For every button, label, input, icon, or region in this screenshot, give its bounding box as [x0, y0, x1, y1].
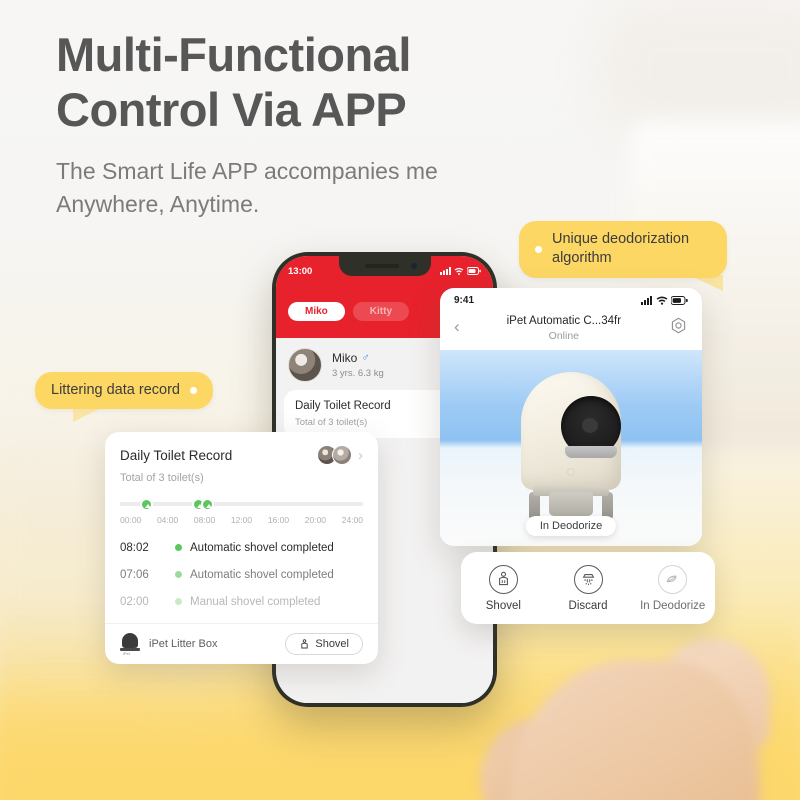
action-discard[interactable]: Discard: [546, 564, 631, 612]
device-stage: In Deodorize: [440, 350, 702, 546]
device-badge: iPet: [123, 651, 130, 656]
wifi-icon: [656, 296, 668, 305]
record-dot-icon: [166, 544, 190, 551]
timeline-tick: 04:00: [156, 515, 179, 525]
hero-heading-block: Multi-Functional Control Via APP The Sma…: [56, 28, 616, 220]
page-subtitle-line2: Anywhere, Anytime.: [56, 190, 260, 217]
record-list: 08:02 Automatic shovel completed 07:06 A…: [120, 534, 363, 615]
deodorize-icon: [658, 564, 688, 594]
device-detail-card: 9:41 ‹ iPet Automatic C...34fr Online In…: [440, 288, 702, 546]
timeline-track: [120, 502, 363, 506]
timeline-marker[interactable]: [140, 498, 154, 511]
record-card-footer: iPet iPet Litter Box Shovel: [105, 623, 378, 664]
page-title: Multi-Functional Control Via APP: [56, 28, 616, 138]
background-wall: [600, 0, 800, 140]
pet-meta: 3 yrs. 6.3 kg: [332, 368, 384, 379]
callout-tail: [689, 274, 723, 291]
power-indicator-icon: [567, 468, 575, 476]
footer-device-name: iPet Litter Box: [149, 638, 218, 650]
timeline-tick: 16:00: [267, 515, 290, 525]
timeline-tick: 24:00: [341, 515, 363, 525]
record-time: 08:02: [120, 541, 149, 554]
timeline-tick: 00:00: [120, 515, 142, 525]
litter-box-thumbnail-icon: iPet: [120, 633, 140, 656]
scoop-icon: [301, 638, 309, 648]
callout-littering-label: Littering data record: [51, 382, 180, 398]
action-deodorize-label: In Deodorize: [640, 599, 706, 612]
device-subtitle: Online: [548, 330, 580, 342]
record-card-header: Daily Toilet Record ›: [120, 445, 363, 465]
device-status-bar: 9:41: [440, 288, 702, 308]
pet-tab-kitty[interactable]: Kitty: [352, 302, 410, 321]
timeline-tick: 08:00: [193, 515, 216, 525]
record-row: 07:06 Automatic shovel completed: [120, 561, 363, 588]
page-title-line1: Multi-Functional: [56, 28, 411, 81]
toilet-timeline: [120, 498, 363, 511]
record-time: 02:00: [120, 595, 149, 608]
male-icon: ♂: [361, 352, 370, 364]
cat-avatar-2: [332, 445, 352, 465]
litter-box-illustration: [507, 372, 635, 520]
signal-icon: [641, 296, 652, 305]
gear-icon[interactable]: [668, 317, 688, 337]
pet-tab-miko[interactable]: Miko: [288, 302, 345, 321]
action-deodorize[interactable]: In Deodorize: [630, 564, 715, 612]
timeline-marker[interactable]: [201, 498, 215, 511]
record-time: 07:06: [120, 568, 149, 581]
device-action-bar: Shovel Discard In Deodorize: [461, 552, 715, 624]
hand-holding-phone: [470, 620, 800, 800]
record-text: Manual shovel completed: [190, 595, 321, 608]
pet-name-row: Miko ♂: [332, 351, 384, 365]
action-discard-label: Discard: [568, 599, 608, 612]
callout-deodorization-label: Unique deodorization algorithm: [552, 231, 690, 267]
chevron-right-icon[interactable]: ›: [358, 448, 363, 463]
device-status-icons: [641, 296, 688, 305]
shovel-button[interactable]: Shovel: [285, 633, 363, 655]
device-status-time: 9:41: [454, 295, 475, 306]
callout-dot-icon: [535, 245, 542, 253]
action-shovel[interactable]: Shovel: [461, 564, 546, 612]
page-subtitle-line1: The Smart Life APP accompanies me: [56, 157, 438, 184]
phone-status-icons: [440, 267, 481, 275]
timeline-tick-labels: 00:00 04:00 08:00 12:00 16:00 20:00 24:0…: [120, 515, 363, 525]
timeline-tick: 20:00: [304, 515, 327, 525]
pet-name: Miko: [332, 351, 358, 365]
callout-littering: Littering data record: [35, 372, 213, 423]
record-row: 08:02 Automatic shovel completed: [120, 534, 363, 561]
waste-drawer: [549, 492, 593, 516]
wifi-icon: [454, 267, 464, 275]
shovel-button-label: Shovel: [315, 638, 349, 650]
callout-deodorization: Unique deodorization algorithm: [519, 221, 727, 291]
record-text: Automatic shovel completed: [190, 541, 334, 554]
battery-icon: [467, 267, 481, 275]
callout-dot-icon: [189, 387, 197, 395]
phone-notch: [338, 256, 431, 276]
pet-avatar: [288, 348, 322, 382]
record-card-avatars[interactable]: ›: [317, 445, 363, 465]
record-card-subtitle: Total of 3 toilet(s): [120, 472, 204, 484]
device-status-pill: In Deodorize: [525, 516, 617, 536]
timeline-tick: 12:00: [230, 515, 253, 525]
pet-tab-list: Miko Kitty: [288, 302, 410, 321]
scoop-icon: [488, 564, 518, 594]
record-text: Automatic shovel completed: [190, 568, 334, 581]
daily-toilet-record-card: Daily Toilet Record › Total of 3 toilet(…: [105, 432, 378, 664]
page-title-line2: Control Via APP: [56, 82, 407, 136]
phone-status-time: 13:00: [288, 265, 313, 277]
device-title: iPet Automatic C...34fr: [506, 315, 622, 327]
record-card-title: Daily Toilet Record: [120, 447, 233, 463]
device-title-block: iPet Automatic C...34fr Online: [460, 311, 668, 342]
record-dot-icon: [166, 598, 190, 605]
page-subtitle: The Smart Life APP accompanies me Anywhe…: [56, 155, 616, 220]
device-nav-bar: ‹ iPet Automatic C...34fr Online: [440, 308, 702, 350]
battery-icon: [671, 296, 688, 305]
shower-icon: [573, 564, 603, 594]
action-shovel-label: Shovel: [485, 599, 521, 612]
record-dot-icon: [166, 571, 190, 578]
record-row: 02:00 Manual shovel completed: [120, 588, 363, 615]
signal-icon: [440, 267, 451, 275]
callout-tail: [73, 407, 103, 423]
